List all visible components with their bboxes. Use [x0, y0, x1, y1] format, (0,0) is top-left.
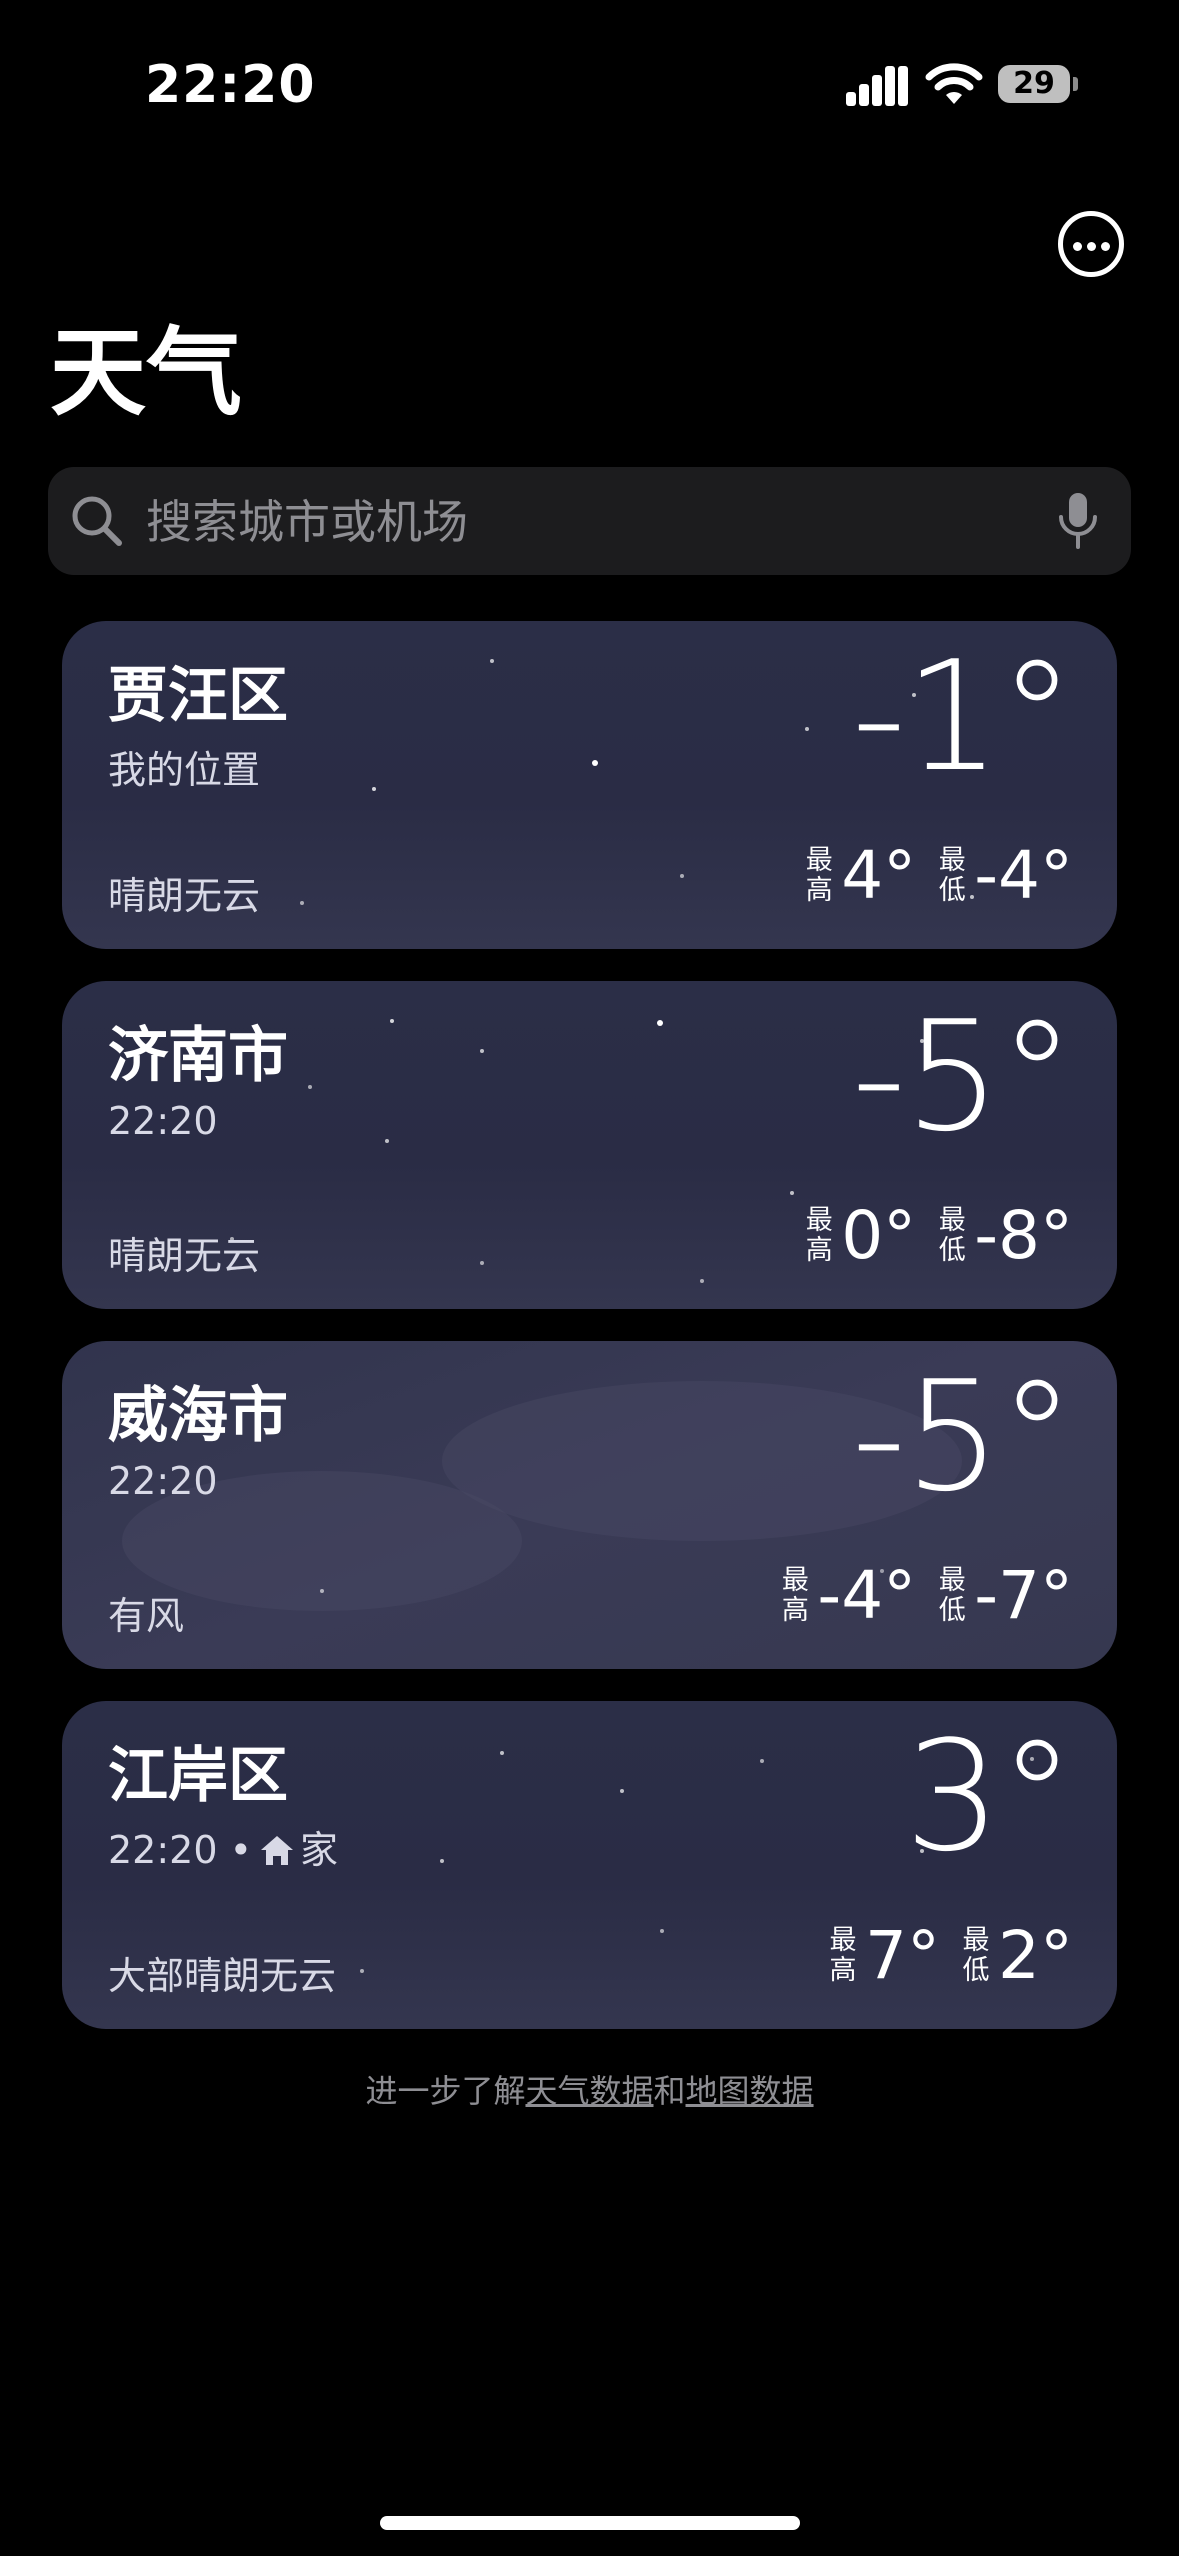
high-temperature: 7°: [865, 1917, 940, 1994]
city-subtitle-home: 家: [300, 1828, 339, 1872]
low-temperature: -7°: [974, 1557, 1073, 1634]
city-name: 济南市: [108, 1021, 288, 1091]
footer-and: 和: [653, 2072, 686, 2110]
city-subtitle: 22:20: [108, 1099, 218, 1143]
city-card[interactable]: 济南市 22:20 晴朗无云 -5° 最高 0° 最低 -8°: [62, 981, 1117, 1309]
weather-condition: 有风: [108, 1594, 185, 1638]
home-indicator[interactable]: [380, 2516, 800, 2530]
city-name: 贾汪区: [108, 661, 288, 731]
weather-condition: 晴朗无云: [108, 874, 261, 918]
status-bar: 22:20 29: [0, 0, 1179, 170]
battery-cap: [1073, 77, 1078, 91]
map-data-link[interactable]: 地图数据: [686, 2072, 814, 2110]
search-input[interactable]: [144, 467, 1048, 577]
status-time: 22:20: [145, 55, 316, 115]
more-options-button[interactable]: [1058, 211, 1124, 277]
city-card[interactable]: 贾汪区 我的位置 晴朗无云 -1° 最高 4° 最低 -4°: [62, 621, 1117, 949]
high-temperature: 0°: [841, 1197, 917, 1274]
high-low-temperature: 最高 0° 最低 -8°: [803, 1203, 1073, 1269]
high-low-temperature: 最高 7° 最低 2°: [827, 1917, 1074, 1994]
low-label: 最低: [938, 1565, 966, 1626]
city-subtitle: 我的位置: [108, 748, 261, 792]
current-temperature: -5°: [851, 988, 1075, 1165]
city-subtitle-time: 22:20 •: [108, 1828, 253, 1872]
weather-data-link[interactable]: 天气数据: [525, 2072, 653, 2110]
city-name: 江岸区: [108, 1741, 288, 1811]
high-low-temperature: 最高 4° 最低 -4°: [803, 843, 1073, 909]
low-temperature: 2°: [998, 1917, 1073, 1994]
weather-condition: 大部晴朗无云: [108, 1954, 337, 1998]
high-label: 最高: [805, 1205, 833, 1266]
low-label: 最低: [962, 1925, 990, 1986]
footer-prefix: 进一步了解: [365, 2072, 526, 2110]
high-label: 最高: [805, 845, 833, 906]
low-label: 最低: [938, 845, 966, 906]
search-icon: [72, 496, 122, 546]
search-bar[interactable]: [48, 467, 1131, 577]
high-label: 最高: [829, 1925, 857, 1986]
high-label: 最高: [781, 1565, 809, 1626]
high-low-temperature: 最高 -4° 最低 -7°: [779, 1563, 1073, 1629]
city-subtitle: 22:20 • 家: [108, 1819, 338, 1874]
city-card[interactable]: 威海市 22:20 有风 -5° 最高 -4° 最低 -7°: [62, 1341, 1117, 1669]
high-temperature: -4°: [817, 1557, 917, 1634]
low-temperature: -4°: [974, 837, 1073, 914]
battery-level: 29: [1013, 66, 1055, 101]
page-title: 天气: [50, 317, 242, 429]
city-subtitle: 22:20: [108, 1459, 218, 1503]
footer-note: 进一步了解天气数据和地图数据: [0, 2066, 1179, 2112]
current-temperature: -1°: [851, 628, 1075, 805]
battery-icon: 29: [998, 65, 1070, 103]
home-icon: [261, 1836, 294, 1865]
current-temperature: -5°: [851, 1348, 1075, 1525]
city-card[interactable]: 江岸区 22:20 • 家 大部晴朗无云 3° 最高 7° 最低 2°: [62, 1701, 1117, 2029]
weather-condition: 晴朗无云: [108, 1234, 261, 1278]
wifi-icon: [925, 63, 983, 104]
city-name: 威海市: [108, 1381, 288, 1451]
cellular-signal-icon: [846, 62, 908, 106]
low-label: 最低: [938, 1205, 966, 1266]
microphone-icon[interactable]: [1054, 491, 1102, 551]
low-temperature: -8°: [974, 1197, 1073, 1274]
current-temperature: 3°: [904, 1708, 1075, 1885]
high-temperature: 4°: [841, 837, 917, 914]
